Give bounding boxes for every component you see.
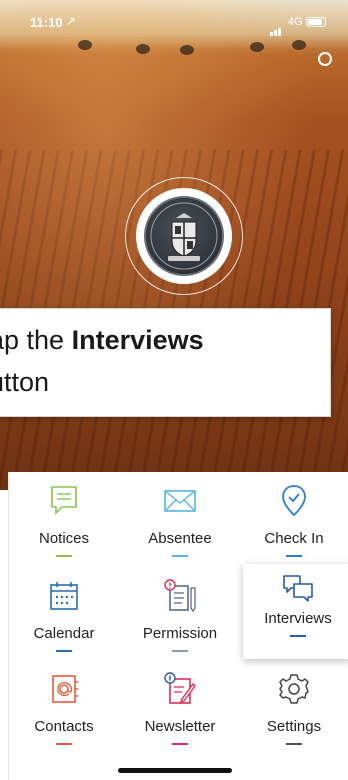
accent-underline [290,635,306,637]
network-type: 4G [288,16,303,28]
permission-icon [164,579,196,613]
home-indicator[interactable] [118,768,232,773]
callout-line-2: utton [0,367,50,397]
menu-grid: Notices Absentee Check In Calendar Permi… [8,472,348,780]
menu-item-contacts[interactable]: Contacts [9,665,119,760]
accent-underline [172,743,188,745]
menu-label: Newsletter [144,718,216,735]
newsletter-icon [164,672,196,704]
menu-item-check-in[interactable]: Check In [239,477,348,572]
status-time: 11:10 [30,15,63,30]
menu-label: Interviews [264,610,332,627]
interviews-icon [283,575,313,602]
menu-label: Calendar [33,625,95,642]
menu-item-calendar[interactable]: Calendar [9,572,119,667]
instruction-callout: ap the Interviews utton [0,308,331,417]
callout-line-1: ap the Interviews [0,325,204,356]
menu-item-absentee[interactable]: Absentee [125,477,235,572]
accent-underline [56,650,72,652]
menu-item-newsletter[interactable]: Newsletter [125,665,235,760]
menu-label: Notices [38,530,90,547]
hay-bale [136,44,150,54]
contacts-icon [52,675,78,703]
menu-label: Permission [142,625,218,642]
menu-item-notices[interactable]: Notices [9,477,119,572]
location-arrow-icon: ↗ [66,14,77,28]
calendar-icon [50,582,78,610]
signal-icon [270,18,282,36]
menu-item-settings[interactable]: Settings [239,665,348,760]
check-in-icon [282,485,306,517]
hay-bale [180,45,194,55]
settings-icon [279,674,309,704]
school-crest-logo [144,196,224,276]
accent-underline [172,555,188,557]
battery-icon [306,17,326,27]
menu-item-permission[interactable]: Permission [125,572,235,667]
callout-bold-text: Interviews [71,325,204,355]
refresh-icon[interactable] [318,52,332,66]
accent-underline [286,743,302,745]
accent-underline [286,555,302,557]
accent-underline [56,743,72,745]
absentee-icon [164,490,196,512]
callout-text: ap the [0,325,65,355]
notices-icon [51,486,77,515]
menu-item-interviews[interactable]: Interviews [243,564,348,659]
menu-label: Contacts [34,718,94,735]
menu-label: Check In [264,530,324,547]
menu-label: Settings [266,718,322,735]
status-bar: 11:10 ↗ 4G [0,0,348,44]
accent-underline [56,555,72,557]
menu-label: Absentee [148,530,212,547]
accent-underline [172,650,188,652]
